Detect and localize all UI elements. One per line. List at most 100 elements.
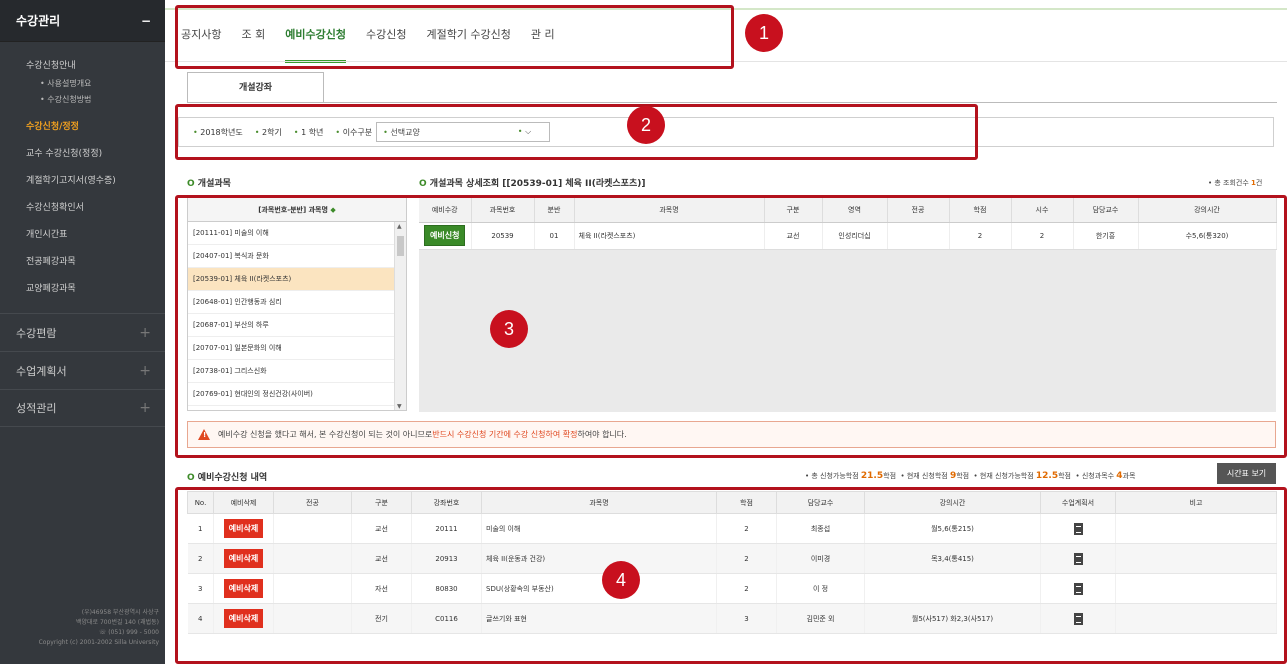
course-credit: 2 bbox=[949, 222, 1012, 250]
col-header: 예비수강 bbox=[419, 198, 472, 223]
row-credit: 2 bbox=[716, 573, 777, 604]
col-header: 학점 bbox=[949, 198, 1012, 223]
row-code: 20111 bbox=[411, 513, 482, 544]
tab-admin[interactable]: 관 리 bbox=[531, 26, 555, 56]
sidebar-group-grades[interactable]: 성적관리 + bbox=[0, 389, 165, 427]
tab-pre-registration[interactable]: 예비수강신청 bbox=[285, 26, 346, 63]
row-type: 전기 bbox=[351, 603, 412, 634]
top-nav: 공지사항 조 회 예비수강신청 수강신청 계절학기 수강신청 관 리 bbox=[181, 26, 575, 63]
document-icon[interactable] bbox=[1073, 522, 1083, 535]
list-item-selected[interactable]: [20539-01] 체육 II(라켓스포츠) bbox=[188, 268, 395, 291]
scroll-up-icon[interactable]: ▲ bbox=[397, 223, 402, 230]
detail-title: 개설과목 상세조회 [[20539-01] 체육 II(라켓스포츠)] bbox=[419, 176, 646, 189]
view-timetable-button[interactable]: 시간표 보기 bbox=[1217, 463, 1276, 484]
collapse-icon[interactable]: − bbox=[141, 14, 151, 28]
row-credit: 2 bbox=[716, 543, 777, 574]
list-item[interactable]: [20407-01] 복식과 문화 bbox=[188, 245, 395, 268]
tab-notice[interactable]: 공지사항 bbox=[181, 26, 221, 56]
sidebar-subitem-overview[interactable]: • 사용설명개요 bbox=[0, 76, 165, 92]
stat-unit: 학점 bbox=[883, 472, 897, 480]
row-number: 2 bbox=[187, 543, 214, 574]
open-courses-title: 개설과목 bbox=[187, 176, 231, 189]
row-credit: 2 bbox=[716, 513, 777, 544]
row-course-name: 체육 II(운동과 건강) bbox=[481, 543, 717, 574]
col-header: 수업계획서 bbox=[1040, 491, 1116, 514]
tab-open-courses[interactable]: 개설강좌 bbox=[187, 72, 324, 103]
sidebar-item-confirmation[interactable]: 수강신청확인서 bbox=[0, 195, 165, 222]
delete-cell: 예비삭제 bbox=[213, 573, 274, 604]
table-row: 1 예비삭제 교선 20111 미술의 이해 2 최종섭 월5,6(통215) bbox=[187, 513, 1277, 544]
sidebar-item-prof-registration[interactable]: 교수 수강신청(정정) bbox=[0, 141, 165, 168]
plus-icon: + bbox=[139, 362, 151, 379]
col-header: 전공 bbox=[887, 198, 950, 223]
col-header: 담당교수 bbox=[776, 491, 865, 514]
syllabus-cell bbox=[1040, 543, 1116, 574]
row-note bbox=[1115, 543, 1277, 574]
list-item[interactable]: [20769-01] 현대인의 정신건강(사이버) bbox=[188, 383, 395, 406]
row-professor: 이미경 bbox=[776, 543, 865, 574]
delete-cell: 예비삭제 bbox=[213, 603, 274, 634]
scroll-thumb[interactable] bbox=[397, 236, 404, 256]
pre-delete-button[interactable]: 예비삭제 bbox=[223, 549, 264, 568]
course-code: 20539 bbox=[471, 222, 535, 250]
col-header: 학점 bbox=[716, 491, 777, 514]
callout-badge-4: 4 bbox=[602, 561, 640, 599]
list-item[interactable]: [20648-01] 인간행동과 심리 bbox=[188, 291, 395, 314]
warning-icon: ! bbox=[198, 429, 210, 440]
sort-icon[interactable]: ◆ bbox=[330, 206, 335, 214]
list-scrollbar[interactable]: ▲ ▼ bbox=[394, 222, 406, 410]
list-item[interactable]: [20687-01] 부산의 하루 bbox=[188, 314, 395, 337]
tab-registration[interactable]: 수강신청 bbox=[366, 26, 406, 56]
sidebar-item-liberal-closed[interactable]: 교양폐강과목 bbox=[0, 276, 165, 303]
sidebar-item-seasonal-bill[interactable]: 계절학기고지서(영수증) bbox=[0, 168, 165, 195]
address-line: (우)46958 부산광역시 사상구 bbox=[81, 609, 159, 616]
pre-delete-button[interactable]: 예비삭제 bbox=[223, 519, 264, 538]
document-icon[interactable] bbox=[1073, 612, 1083, 625]
tab-inquiry[interactable]: 조 회 bbox=[241, 26, 265, 56]
row-code: C0116 bbox=[411, 603, 482, 634]
row-major bbox=[273, 573, 352, 604]
pre-delete-button[interactable]: 예비삭제 bbox=[223, 579, 264, 598]
pre-delete-button[interactable]: 예비삭제 bbox=[223, 609, 264, 628]
row-course-name: SDU(상황속의 부동산) bbox=[481, 573, 717, 604]
top-divider bbox=[165, 8, 1287, 10]
row-credit: 3 bbox=[716, 603, 777, 634]
row-code: 20913 bbox=[411, 543, 482, 574]
document-icon[interactable] bbox=[1073, 582, 1083, 595]
stat-label: 현재 신청가능학점 bbox=[974, 472, 1034, 480]
list-item[interactable]: [20707-01] 일본문화의 이해 bbox=[188, 337, 395, 360]
pre-register-button[interactable]: 예비신청 bbox=[424, 225, 466, 246]
sidebar-subitem-method[interactable]: • 수강신청방법 bbox=[0, 92, 165, 108]
count-label: 총 조회건수 bbox=[1208, 179, 1249, 187]
grade-label: 1 학년 bbox=[294, 127, 323, 138]
sidebar-item-registration[interactable]: 수강신청/정정 bbox=[0, 114, 165, 141]
stat-label: 신청과목수 bbox=[1075, 472, 1114, 480]
course-professor: 한기흥 bbox=[1073, 222, 1139, 250]
subtab-divider bbox=[187, 102, 1277, 103]
sidebar-footer: (우)46958 부산광역시 사상구 백양대로 700번길 140 (괘법동) … bbox=[0, 608, 159, 648]
sidebar-group-syllabus[interactable]: 수업계획서 + bbox=[0, 351, 165, 389]
sidebar-menu-header[interactable]: 수강관리 − bbox=[0, 0, 165, 42]
course-list: [과목번호-분반] 과목명 ◆ [20111-01] 미술의 이해 [20407… bbox=[187, 197, 407, 411]
list-item[interactable]: [20738-01] 그리스신화 bbox=[188, 360, 395, 383]
sidebar-item-guide[interactable]: 수강신청안내 bbox=[0, 56, 165, 76]
stat-unit: 과목 bbox=[1122, 472, 1136, 480]
sidebar-group-handbook[interactable]: 수강편람 + bbox=[0, 313, 165, 351]
row-time: 월5,6(통215) bbox=[864, 513, 1041, 544]
semester-label: 2학기 bbox=[255, 127, 282, 138]
nav-divider bbox=[165, 61, 1287, 62]
col-header: 강좌번호 bbox=[411, 491, 482, 514]
document-icon[interactable] bbox=[1073, 552, 1083, 565]
scroll-down-icon[interactable]: ▼ bbox=[397, 403, 402, 410]
sidebar-item-timetable[interactable]: 개인시간표 bbox=[0, 222, 165, 249]
sidebar-item-major-closed[interactable]: 전공폐강과목 bbox=[0, 249, 165, 276]
row-code: 80830 bbox=[411, 573, 482, 604]
pre-register-cell: 예비신청 bbox=[419, 222, 472, 250]
tab-seasonal-registration[interactable]: 계절학기 수강신청 bbox=[426, 26, 510, 56]
course-type: 교선 bbox=[764, 222, 823, 250]
syllabus-cell bbox=[1040, 603, 1116, 634]
year-label: 2018학년도 bbox=[193, 127, 242, 138]
course-type-select[interactable]: 선택교양 ⌵ bbox=[376, 122, 551, 142]
warning-text-end: 하여야 합니다. bbox=[577, 430, 627, 439]
list-item[interactable]: [20111-01] 미술의 이해 bbox=[188, 222, 395, 245]
